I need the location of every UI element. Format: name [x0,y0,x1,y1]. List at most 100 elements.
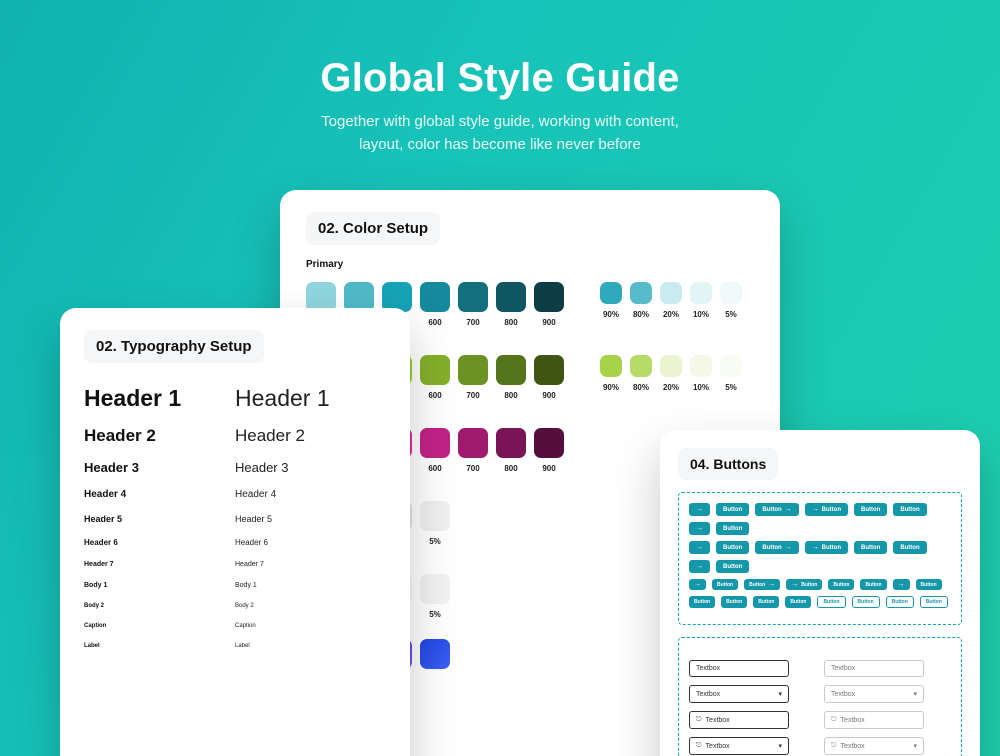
typography-sample-regular: Body 2 [235,603,386,609]
color-swatch: 800 [496,282,526,327]
sample-button[interactable]: Button → [755,541,798,554]
color-swatch: 600 [420,282,450,327]
typography-row: LabelLabel [84,643,386,649]
swatch-label: 600 [428,391,441,400]
panel-title-typography: 02. Typography Setup [84,330,264,363]
chevron-down-icon: ▾ [778,742,782,750]
select-input[interactable]: Textbox▾ [824,685,924,703]
textbox-label: Textbox [696,691,720,698]
button-label: Button [858,599,874,605]
textbox-input-icon[interactable]: ⎋Textbox [689,711,789,729]
typography-sample-regular: Header 4 [235,489,386,500]
buttons-showcase: →ButtonButton→→ButtonButtonButton→Button… [678,492,962,625]
arrow-right-icon: → [696,544,703,551]
sample-button[interactable]: Button [716,503,749,516]
sample-button-outline[interactable]: Button [852,596,880,608]
sample-button-outline[interactable]: Button [920,596,948,608]
sample-button[interactable]: →Button [805,541,848,554]
textbox-label: Textbox [841,717,865,724]
typography-sample-regular: Caption [235,623,386,629]
textbox-label: Textbox [841,743,865,750]
sample-button[interactable]: Button→ [744,579,780,590]
sample-button[interactable]: Button [712,579,738,590]
sample-button[interactable]: →Button [805,503,848,516]
arrow-right-icon: → [812,506,819,513]
select-input-icon[interactable]: ⎋Textbox▾ [689,737,789,755]
color-swatch: 900 [534,355,564,400]
sample-button[interactable]: Button [916,579,942,590]
panel-buttons: 04. Buttons →ButtonButton→→ButtonButtonB… [660,430,980,756]
swatch-chip [420,574,450,604]
button-label: Button [823,599,839,605]
arrow-right-icon: → [785,544,792,551]
sample-button[interactable]: Button [893,541,926,554]
sample-button[interactable]: Button [860,579,886,590]
sample-button-outline[interactable]: Button [817,596,845,608]
page-subtitle: Together with global style guide, workin… [0,110,1000,157]
sample-button-outline[interactable]: Button [886,596,914,608]
subtitle-line-2: layout, color has become like never befo… [359,136,641,153]
sample-button[interactable]: Button [716,560,749,573]
sample-button[interactable]: → [689,522,710,535]
sample-button[interactable]: Button [854,503,887,516]
button-label: Button [921,582,937,588]
swatch-label: 600 [428,318,441,327]
sample-button[interactable]: → [689,541,710,554]
textbox-input-icon[interactable]: ⎋ Textbox [824,711,924,729]
sample-button[interactable]: → [689,579,706,590]
color-swatch: 700 [458,355,488,400]
sample-button[interactable]: → [689,503,710,516]
sample-button[interactable]: Button [716,522,749,535]
swatch-chip [600,355,622,377]
sample-button[interactable]: Button [753,596,779,608]
select-input[interactable]: Textbox▾ [689,685,789,703]
chevron-down-icon: ▾ [913,742,917,750]
sample-button[interactable]: Button [828,579,854,590]
color-swatch: 5% [420,501,450,546]
typography-sample-bold: Header 6 [84,538,235,547]
typography-sample-bold: Body 2 [84,603,235,609]
swatch-chip [496,428,526,458]
swatch-chip [720,355,742,377]
swatch-label: 90% [603,383,619,392]
color-swatch: 80% [630,355,652,400]
arrow-right-icon: → [696,563,703,570]
button-label: Button [861,545,880,551]
sample-button[interactable]: Button [854,541,887,554]
user-icon: ⎋ [831,716,837,724]
typography-sample-regular: Header 6 [235,538,386,547]
sample-button[interactable]: Button [716,541,749,554]
typography-sample-bold: Header 4 [84,489,235,500]
swatch-chip [660,355,682,377]
panel-title-buttons: 04. Buttons [678,448,778,480]
swatch-label: 20% [663,310,679,319]
swatch-label: 80% [633,310,649,319]
button-label: Button [926,599,942,605]
sample-button[interactable]: Button [893,503,926,516]
swatch-label: 800 [504,464,517,473]
color-swatch: 700 [458,282,488,327]
typography-row: Header 6Header 6 [84,538,386,547]
sample-button[interactable]: Button [689,596,715,608]
textbox-input[interactable]: Textbox [824,660,924,677]
swatch-chip [720,282,742,304]
select-input-icon[interactable]: ⎋Textbox▾ [824,737,924,755]
swatch-label: 5% [429,537,441,546]
typography-sample-bold: Header 2 [84,426,235,446]
color-swatch: 10% [690,355,712,400]
swatch-label: 800 [504,318,517,327]
button-row: Button Button Button Button Button Button Butt… [689,596,951,608]
textbox-input[interactable]: Textbox [689,660,789,677]
arrow-right-icon: → [694,581,701,588]
sample-button[interactable]: → [689,560,710,573]
sample-button[interactable]: Button [785,596,811,608]
sample-button[interactable]: Button [721,596,747,608]
swatch-chip [660,282,682,304]
swatch-chip [420,282,450,312]
sample-button[interactable]: Button→ [755,503,798,516]
sample-button[interactable]: → [893,579,910,590]
swatch-label: 5% [429,610,441,619]
swatch-label: 90% [603,310,619,319]
sample-button[interactable]: →Button [786,579,822,590]
button-label: Button [762,545,781,551]
